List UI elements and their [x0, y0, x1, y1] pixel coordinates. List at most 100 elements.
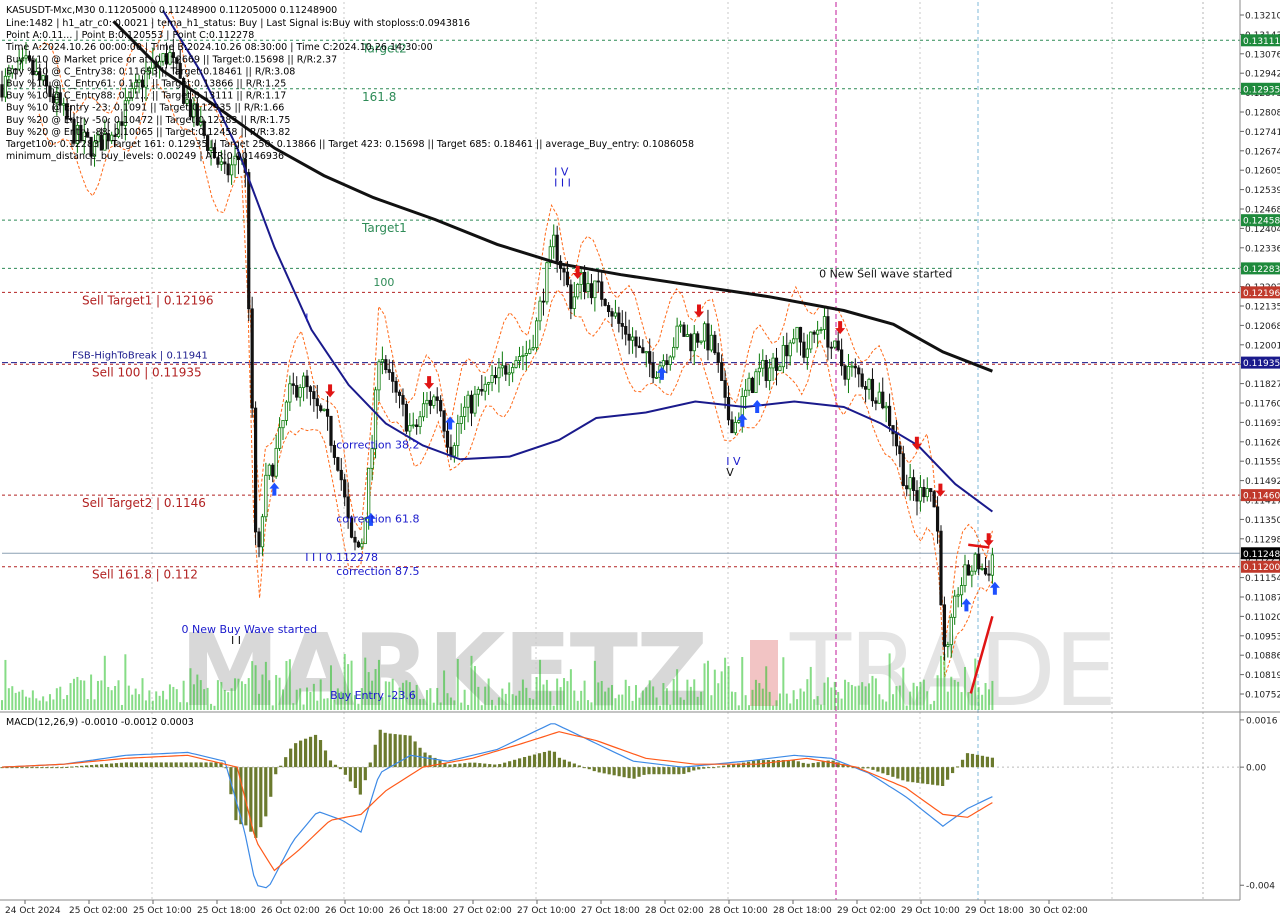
price-tick-label: 0.11087 [1245, 594, 1280, 604]
price-tick-label: 0.13210 [1245, 12, 1280, 22]
volume-bar [912, 682, 915, 710]
macd-histogram-bar [423, 752, 427, 768]
volume-bar [813, 699, 816, 710]
macd-histogram-bar [632, 767, 636, 779]
price-chart[interactable]: MARKETZ TRADE Target2161.8Target1Sell Tar… [0, 0, 1280, 920]
candle-body [541, 300, 546, 303]
volume-bar [210, 703, 213, 710]
volume-bar [676, 669, 679, 710]
macd-histogram-bar [89, 765, 94, 768]
candle-body [606, 305, 611, 313]
price-tick-label: 0.12539 [1245, 186, 1280, 196]
price-tick-label: 0.10953 [1245, 632, 1280, 642]
volume-bar [669, 704, 672, 710]
candle-body [774, 357, 779, 371]
macd-histogram-bar [358, 767, 362, 795]
candle-body [771, 357, 775, 369]
macd-histogram-bar [413, 741, 417, 768]
volume-bar [919, 681, 922, 710]
macd-histogram-bar [468, 762, 472, 768]
macd-histogram-bar [960, 759, 965, 768]
macd-histogram-bar [149, 762, 153, 768]
candle-body [480, 388, 484, 392]
candle-body [401, 395, 405, 405]
volume-bar [748, 705, 751, 710]
macd-histogram-bar [94, 764, 99, 768]
volume-bar [645, 687, 648, 710]
macd-tick-label: 0.0016 [1246, 716, 1278, 726]
volume-bar [55, 688, 58, 710]
macd-histogram-bar [40, 767, 44, 769]
macd-histogram-bar [129, 762, 133, 768]
volume-bar [857, 685, 860, 710]
price-tick-label: 0.11020 [1245, 613, 1280, 623]
price-tick-label: 0.11760 [1245, 400, 1280, 410]
volume-bar [419, 699, 422, 710]
candle-body [408, 425, 412, 432]
candle-body [826, 316, 830, 348]
candle-body [744, 389, 748, 397]
candle-body [870, 378, 875, 402]
candle-body [312, 391, 316, 400]
macd-label: MACD(12,26,9) -0.0010 -0.0012 0.0003 [6, 717, 194, 728]
volume-bar [234, 678, 237, 710]
candle-body [380, 359, 384, 363]
macd-histogram-bar [886, 767, 890, 776]
candle-body [620, 323, 624, 327]
volume-bar [271, 705, 274, 710]
volume-bar [909, 691, 912, 710]
macd-histogram-bar [45, 767, 49, 769]
chart-window[interactable]: MARKETZ TRADE Target2 161.8 Target1 Sell Tar… [0, 0, 1280, 920]
macd-histogram-bar [333, 764, 338, 768]
volume-bar [220, 682, 223, 710]
macd-histogram-bar [30, 767, 34, 769]
candle-body [850, 365, 854, 368]
macd-histogram-bar [373, 744, 377, 768]
macd-histogram-bar [587, 767, 591, 770]
time-tick-label: 26 Oct 02:00 [261, 906, 320, 916]
volume-bar [446, 693, 449, 710]
candle-body [716, 352, 720, 363]
macd-tick-label: -0.004 [1246, 882, 1275, 892]
macd-histogram-bar [906, 767, 910, 782]
candle-body [435, 396, 439, 401]
macd-histogram-bar [473, 762, 477, 768]
volume-bar [439, 702, 442, 710]
macd-histogram-bar [234, 767, 238, 821]
macd-histogram-bar [552, 751, 557, 768]
volume-bar [134, 688, 137, 710]
candle-body [569, 284, 573, 309]
volume-bar [744, 695, 747, 710]
volume-bar [614, 698, 617, 710]
macd-histogram-bar [179, 762, 183, 768]
price-tick-label: 0.11298 [1245, 535, 1280, 545]
candle-body [493, 375, 498, 379]
wave-label: correction 61.8 [336, 513, 419, 526]
candle-body [391, 372, 395, 382]
candle-body [521, 354, 525, 357]
macd-histogram-bar [209, 762, 213, 768]
volume-bar [213, 705, 216, 710]
volume-bar [772, 705, 775, 710]
candle-body [0, 84, 4, 98]
price-tick-label: 0.10752 [1245, 691, 1280, 701]
macd-histogram-bar [811, 762, 815, 768]
macd-histogram-bar [876, 767, 880, 772]
candle-body [654, 377, 659, 379]
volume-bar [42, 696, 45, 710]
candle-body [487, 382, 491, 385]
volume-bar [179, 702, 182, 710]
volume-bar [107, 686, 110, 710]
volume-bar [422, 698, 425, 710]
time-tick-label: 29 Oct 18:00 [965, 906, 1024, 916]
candle-body [428, 399, 432, 406]
candle-body [367, 467, 371, 519]
candle-body [935, 506, 940, 532]
volume-bar [254, 665, 257, 710]
candle-body [415, 424, 419, 427]
candle-body [459, 416, 463, 424]
volume-bar [782, 657, 785, 710]
candle-body [483, 383, 487, 392]
candle-body [699, 340, 703, 343]
candle-body [432, 396, 436, 406]
